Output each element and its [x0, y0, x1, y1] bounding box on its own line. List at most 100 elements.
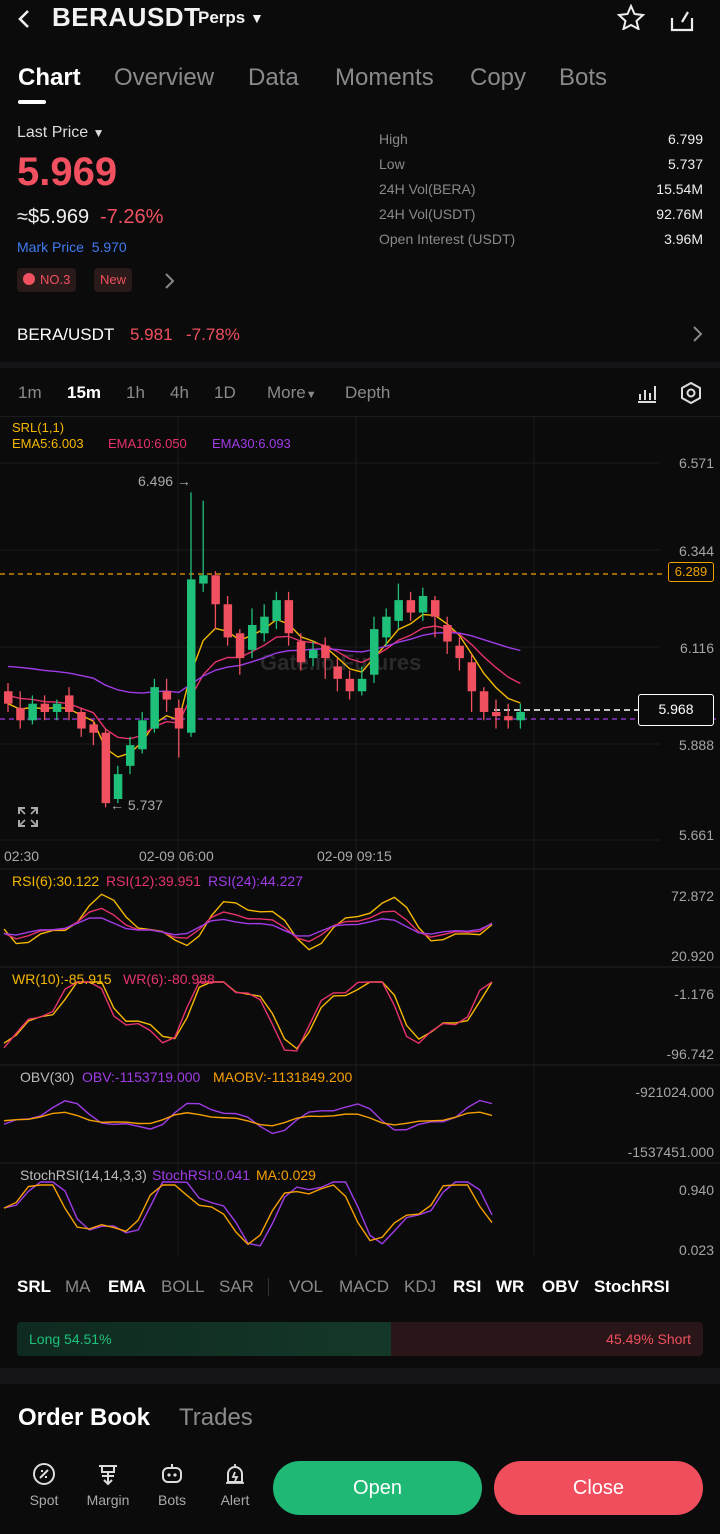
candle-body: [223, 604, 233, 638]
candle-body: [77, 711, 86, 729]
tab-trades[interactable]: Trades: [179, 1404, 253, 1432]
usd-approx: ≈$5.969: [17, 206, 90, 228]
candle-body: [199, 575, 208, 584]
tab-data[interactable]: Data: [248, 64, 299, 92]
tab-copy[interactable]: Copy: [470, 64, 526, 92]
tf-4h[interactable]: 4h: [170, 383, 189, 403]
nav-spot-label: Spot: [29, 1492, 59, 1508]
ind-tab-ma[interactable]: MA: [65, 1277, 91, 1297]
tf-more-label: More: [267, 383, 306, 402]
nav-spot[interactable]: Spot: [16, 1462, 72, 1508]
spot-icon: [33, 1463, 55, 1485]
ind-tab-rsi[interactable]: RSI: [453, 1277, 481, 1297]
kline-chart[interactable]: Gate.io Futures: [0, 417, 720, 1257]
mark-price[interactable]: Mark Price 5.970: [17, 239, 127, 255]
ind-tab-srl[interactable]: SRL: [17, 1277, 51, 1297]
nav-alert[interactable]: Alert: [207, 1462, 263, 1508]
wr10-line: [3, 981, 493, 1050]
mark-price-value: 5.970: [91, 239, 127, 255]
tf-1d[interactable]: 1D: [214, 383, 236, 403]
chevron-right-icon[interactable]: [162, 272, 176, 290]
ind-tab-stochrsi[interactable]: StochRSI: [594, 1277, 670, 1297]
symbol-title[interactable]: BERAUSDT: [52, 2, 200, 33]
candle-body: [235, 633, 245, 659]
ind-tab-wr[interactable]: WR: [496, 1277, 524, 1297]
candle-body: [418, 595, 428, 613]
stat-oi-value: 3.96M: [664, 231, 703, 247]
tf-15m[interactable]: 15m: [67, 383, 101, 403]
mark-price-label: Mark Price: [17, 239, 84, 255]
last-price-dropdown[interactable]: Last Price ▼: [17, 124, 104, 142]
stochrsi-value: StochRSI:0.041: [152, 1167, 251, 1183]
wr10-legend: WR(10):-85.915: [12, 971, 112, 987]
active-tab-indicator: [18, 100, 46, 104]
ind-tab-boll[interactable]: BOLL: [161, 1277, 204, 1297]
rank-badge-text: NO.3: [40, 272, 71, 287]
candle-body: [284, 600, 294, 634]
nav-margin[interactable]: Margin: [80, 1462, 136, 1508]
tab-chart[interactable]: Chart: [18, 64, 81, 92]
tab-moments[interactable]: Moments: [335, 64, 434, 92]
ind-tab-vol[interactable]: VOL: [289, 1277, 323, 1297]
new-badge: New: [94, 268, 133, 292]
section-divider: [0, 1368, 720, 1384]
x-tick: 02-09 09:15: [317, 848, 392, 864]
tf-1m[interactable]: 1m: [18, 383, 42, 403]
high-marker: 6.496 →: [138, 473, 191, 489]
rsi-bottom: 20.920: [671, 948, 714, 964]
nav-bots[interactable]: Bots: [144, 1462, 200, 1508]
wr6-line: [3, 981, 493, 1052]
fullscreen-icon[interactable]: [17, 806, 39, 828]
spot-pair-row[interactable]: BERA/USDT 5.981 -7.78%: [0, 312, 720, 356]
tab-bots[interactable]: Bots: [559, 64, 607, 92]
ema5-legend: EMA5:6.003: [12, 436, 84, 451]
candle-body: [260, 616, 269, 634]
ind-tab-macd[interactable]: MACD: [339, 1277, 389, 1297]
candle-body: [467, 662, 477, 692]
tf-depth[interactable]: Depth: [345, 383, 390, 403]
star-icon[interactable]: [616, 4, 646, 30]
ind-tab-ema[interactable]: EMA: [108, 1277, 146, 1297]
alert-icon: [226, 1464, 244, 1484]
caret-down-icon: ▼: [249, 10, 264, 26]
stat-vol-quote-value: 92.76M: [656, 206, 703, 222]
last-price-label: Last Price: [17, 124, 89, 141]
tab-order-book[interactable]: Order Book: [18, 1404, 150, 1432]
candle-body: [138, 720, 147, 750]
spot-pair-label: BERA/USDT: [17, 325, 115, 344]
candle-body: [431, 600, 440, 617]
tf-1h[interactable]: 1h: [126, 383, 145, 403]
obv-value: OBV:-1153719.000: [82, 1069, 201, 1085]
wr6-legend: WR(6):-80.988: [123, 971, 215, 987]
y-tick: 6.344: [678, 543, 714, 559]
y-tick: 5.661: [678, 827, 714, 843]
chevron-left-icon[interactable]: [14, 8, 36, 30]
current-price-tag[interactable]: 5.968: [638, 694, 714, 726]
stochrsi-legend: StochRSI(14,14,3,3): [20, 1167, 147, 1183]
x-tick: 02:30: [4, 848, 40, 864]
divider: [268, 1278, 269, 1296]
srl-legend: SRL(1,1): [12, 420, 65, 435]
indicator-settings-icon[interactable]: [636, 382, 658, 404]
stat-high-label: High: [379, 131, 408, 147]
chart-settings-icon[interactable]: [680, 382, 702, 404]
candle-body: [272, 600, 281, 621]
caret-down-icon: ▼: [92, 126, 105, 140]
chart-grid: [0, 417, 720, 1257]
ind-tab-obv[interactable]: OBV: [542, 1277, 579, 1297]
ind-tab-kdj[interactable]: KDJ: [404, 1277, 436, 1297]
market-type[interactable]: Perps ▼: [198, 8, 264, 28]
candle-body: [113, 774, 123, 799]
candle-body: [406, 600, 416, 613]
close-button[interactable]: Close: [494, 1461, 703, 1515]
ind-tab-sar[interactable]: SAR: [219, 1277, 254, 1297]
stochrsi-ma: MA:0.029: [256, 1167, 316, 1183]
candle-body: [296, 641, 306, 663]
rank-badge[interactable]: NO.3: [17, 268, 77, 292]
open-button[interactable]: Open: [273, 1461, 482, 1515]
y-tick: 6.571: [678, 455, 714, 471]
tab-overview[interactable]: Overview: [114, 64, 214, 92]
candle-body: [40, 703, 50, 712]
share-icon[interactable]: [668, 4, 696, 32]
tf-more[interactable]: More▼: [267, 383, 317, 403]
